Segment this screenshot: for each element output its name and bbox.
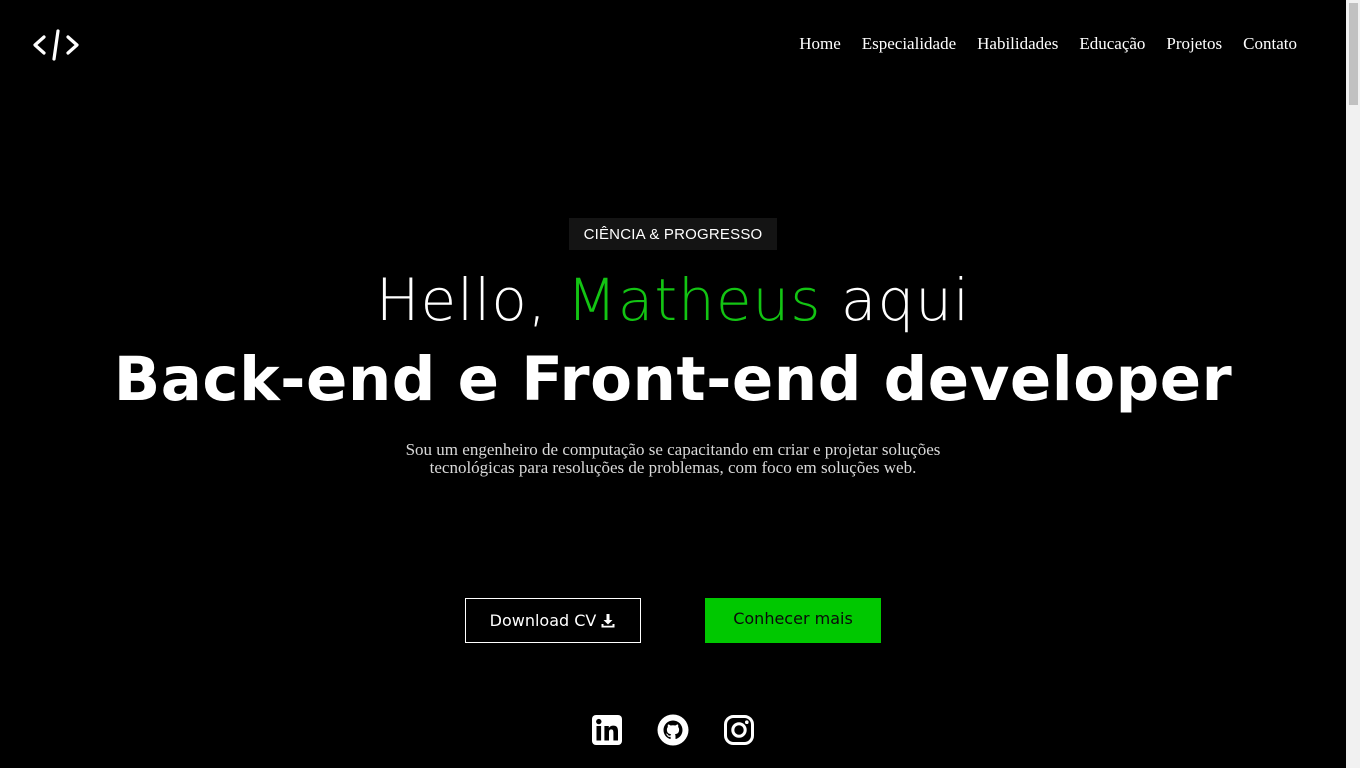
hero-description: Sou um engenheiro de computação se capac… — [405, 440, 941, 477]
github-icon — [657, 714, 689, 746]
code-slash-icon — [33, 29, 79, 61]
greeting-prefix: Hello, — [375, 266, 548, 334]
download-cv-label: Download CV — [489, 611, 597, 630]
nav-contato[interactable]: Contato — [1243, 34, 1297, 54]
linkedin-link[interactable] — [591, 714, 623, 746]
hero-greeting: Hello, Matheus aqui — [0, 262, 1346, 338]
greeting-name: Matheus — [566, 266, 822, 334]
scrollbar-thumb[interactable] — [1349, 3, 1358, 105]
social-links — [591, 714, 755, 746]
greeting-suffix: aqui — [840, 266, 971, 334]
learn-more-button[interactable]: Conhecer mais — [705, 598, 881, 643]
nav-projetos[interactable]: Projetos — [1166, 34, 1222, 54]
nav-especialidade[interactable]: Especialidade — [862, 34, 956, 54]
nav-educacao[interactable]: Educação — [1079, 34, 1145, 54]
nav-home[interactable]: Home — [799, 34, 841, 54]
page: Home Especialidade Habilidades Educação … — [0, 0, 1360, 768]
page-scrollbar[interactable] — [1346, 0, 1360, 768]
nav-habilidades[interactable]: Habilidades — [977, 34, 1058, 54]
download-icon — [601, 613, 615, 627]
linkedin-icon — [592, 715, 622, 745]
instagram-icon — [724, 715, 754, 745]
learn-more-label: Conhecer mais — [733, 609, 853, 628]
hero-headline: Back-end e Front-end developer — [113, 344, 1233, 415]
download-cv-button[interactable]: Download CV — [465, 598, 641, 643]
main-nav: Home Especialidade Habilidades Educação … — [799, 34, 1297, 54]
hero-badge: CIÊNCIA & PROGRESSO — [569, 218, 777, 250]
instagram-link[interactable] — [723, 714, 755, 746]
logo[interactable] — [31, 27, 81, 63]
github-link[interactable] — [657, 714, 689, 746]
